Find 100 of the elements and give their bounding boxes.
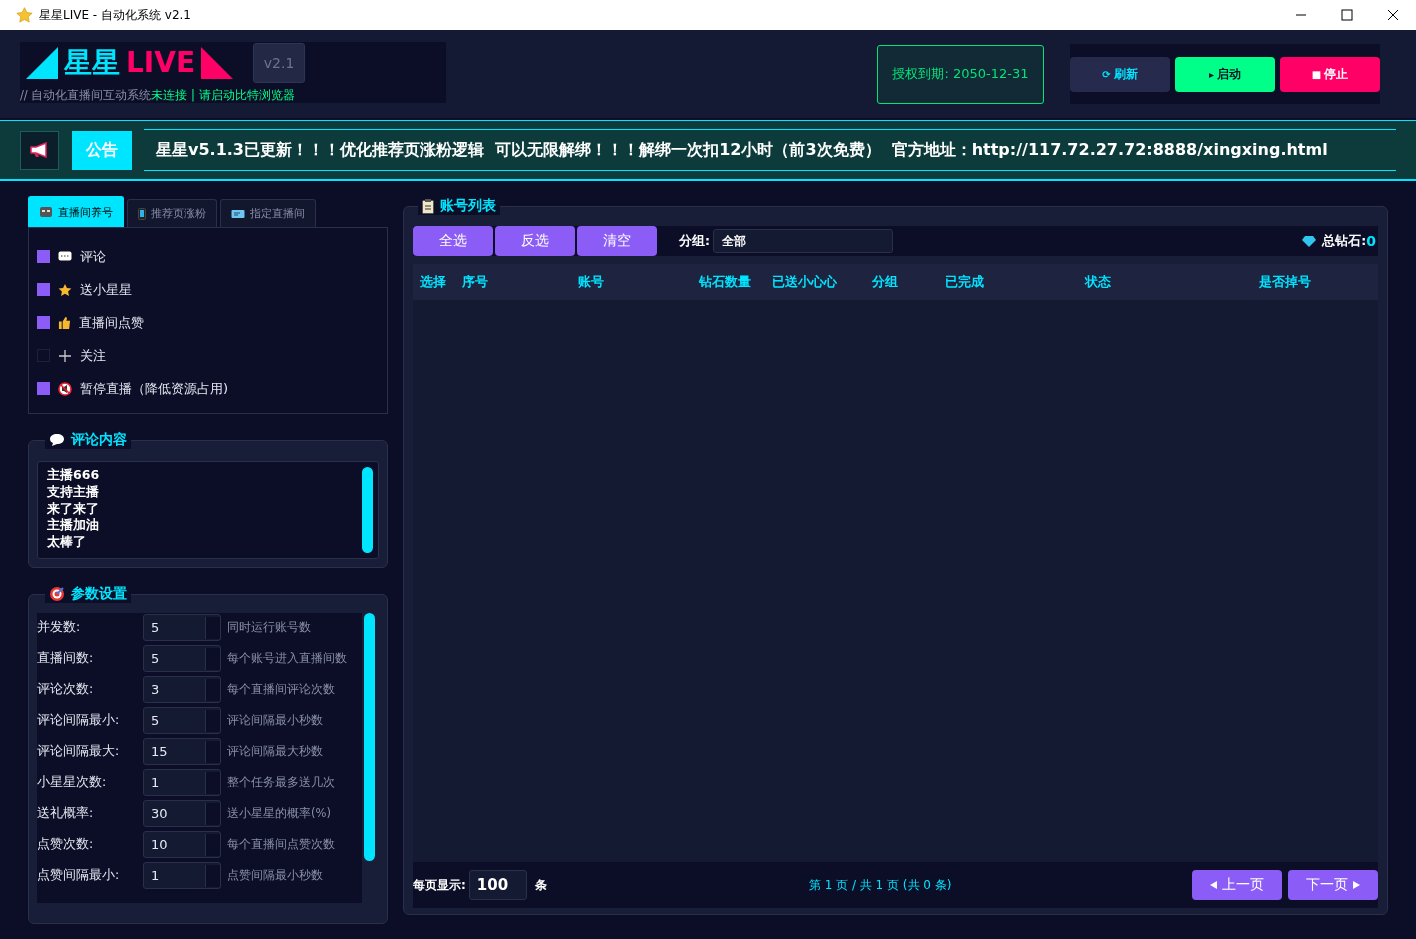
phone-icon	[138, 207, 146, 220]
option-label: 暂停直播（降低资源占用)	[80, 379, 229, 398]
stop-button[interactable]: ■ 停止	[1280, 56, 1380, 92]
star-icon	[58, 282, 72, 297]
option-label: 直播间点赞	[79, 313, 144, 332]
param-hint: 整个任务最多送几次	[227, 774, 335, 790]
total-label: 总钻石:	[1322, 232, 1367, 250]
number-field[interactable]: 5	[143, 706, 221, 734]
right-arrow-icon	[1353, 881, 1360, 889]
ticket-icon	[231, 208, 245, 219]
triangle-icon	[26, 46, 58, 79]
start-button[interactable]: ▸ 启动	[1175, 56, 1275, 92]
comment-line: 来了来了	[47, 500, 100, 517]
checkbox[interactable]	[37, 283, 50, 296]
thumbs-up-icon	[58, 316, 71, 329]
option-label: 关注	[80, 346, 106, 365]
column-header: 状态	[1085, 273, 1112, 291]
license-expiry: 授权到期: 2050-12-31	[877, 44, 1044, 104]
tab[interactable]: 直播间养号	[28, 196, 124, 227]
section-title: 评论内容	[71, 431, 127, 449]
comment-textarea[interactable]: 主播666 支持主播 来了来了 主播加油 太棒了	[37, 461, 379, 559]
param-hint: 送小星星的概率(%)	[227, 805, 331, 821]
window-title: 星星LIVE - 自动化系统 v2.1	[39, 6, 192, 24]
scrollbar-thumb[interactable]	[364, 613, 375, 861]
param-hint: 每个直播间评论次数	[227, 681, 335, 697]
star-icon	[16, 7, 33, 23]
number-field[interactable]: 30	[143, 799, 221, 827]
column-header: 序号	[462, 273, 489, 291]
comment-line: 太棒了	[47, 534, 87, 551]
megaphone-button[interactable]	[20, 130, 59, 170]
robot-icon	[39, 206, 53, 218]
action-button[interactable]: 反选	[495, 226, 575, 256]
param-label: 评论间隔最大:	[37, 742, 121, 760]
previous-page-button[interactable]: 上一页	[1192, 870, 1282, 900]
notice-text: 星星v5.1.3已更新！！！优化推荐页涨粉逻辑 可以无限解绑！！！解绑一次扣12小时（前3次免费） 官方地址：http://117.72.27.72:8888/xingxing.html	[156, 139, 1328, 161]
next-page-button[interactable]: 下一页	[1288, 870, 1378, 900]
param-label: 评论间隔最小:	[37, 711, 121, 729]
triangle-icon	[201, 46, 234, 79]
logo-text: LIVE	[126, 46, 196, 79]
scrollbar-thumb[interactable]	[362, 467, 373, 553]
tab[interactable]: 推荐页涨粉	[127, 199, 217, 227]
page-size-select[interactable]: 100	[468, 870, 527, 900]
param-hint: 同时运行账号数	[227, 619, 311, 635]
action-button[interactable]: 全选	[413, 226, 493, 256]
param-hint: 每个账号进入直播间数	[227, 650, 347, 666]
checkbox[interactable]	[37, 382, 50, 395]
muted-speaker-icon	[58, 381, 72, 396]
column-header: 已送小心心	[772, 273, 838, 291]
diamond-icon	[1302, 235, 1317, 247]
action-button[interactable]: 清空	[577, 226, 657, 256]
param-label: 直播间数:	[37, 649, 95, 667]
column-header: 是否掉号	[1259, 273, 1312, 291]
number-field[interactable]: 1	[143, 768, 221, 796]
param-hint: 评论间隔最小秒数	[227, 712, 323, 728]
comment-line: 主播666	[47, 467, 101, 484]
subtitle: // 自动化直播间互动系统	[20, 87, 152, 102]
number-field[interactable]: 5	[143, 644, 221, 672]
left-arrow-icon	[1210, 881, 1217, 889]
option-label: 评论	[80, 247, 106, 266]
param-label: 评论次数:	[37, 680, 95, 698]
target-icon	[49, 586, 65, 602]
page-info: 第 1 页 / 共 1 页 (共 0 条)	[808, 876, 952, 894]
number-field[interactable]: 3	[143, 675, 221, 703]
speech-bubble-icon	[58, 250, 72, 263]
page-size-unit: 条	[534, 876, 547, 894]
refresh-button[interactable]: ⟳ 刷新	[1070, 56, 1170, 92]
column-header: 账号	[578, 273, 605, 291]
group-field[interactable]: 全部	[713, 229, 893, 253]
number-field[interactable]: 10	[143, 830, 221, 858]
page-size-label: 每页显示:	[413, 876, 466, 894]
section-title: 账号列表	[440, 197, 496, 215]
column-header: 钻石数量	[699, 273, 752, 291]
group-label: 分组:	[679, 232, 710, 250]
version-badge: v2.1	[253, 42, 306, 83]
comment-line: 主播加油	[47, 517, 100, 535]
column-header: 分组	[872, 273, 899, 291]
total-value: 0	[1366, 233, 1376, 249]
param-hint: 评论间隔最大秒数	[227, 743, 323, 759]
param-label: 并发数:	[37, 618, 82, 636]
number-field[interactable]: 1	[143, 861, 221, 889]
number-field[interactable]: 5	[143, 613, 221, 641]
number-field[interactable]: 15	[143, 737, 221, 765]
logo-text: 星星	[64, 44, 120, 81]
param-label: 小星星次数:	[37, 773, 108, 791]
column-header: 选择	[420, 273, 447, 291]
param-label: 送礼概率:	[37, 804, 95, 822]
column-header: 已完成	[945, 273, 985, 291]
notice-badge: 公告	[72, 130, 132, 170]
comment-line: 支持主播	[47, 483, 100, 501]
checkbox[interactable]	[37, 316, 50, 329]
plus-icon	[58, 348, 72, 363]
param-hint: 点赞间隔最小秒数	[227, 867, 323, 883]
clipboard-icon	[422, 198, 434, 214]
section-title: 参数设置	[71, 585, 127, 603]
checkbox[interactable]	[37, 250, 50, 263]
option-label: 送小星星	[80, 280, 132, 299]
speech-bubble-icon	[49, 433, 65, 447]
param-label: 点赞间隔最小:	[37, 866, 121, 884]
tab[interactable]: 指定直播间	[220, 199, 316, 227]
param-hint: 每个直播间点赞次数	[227, 836, 335, 852]
